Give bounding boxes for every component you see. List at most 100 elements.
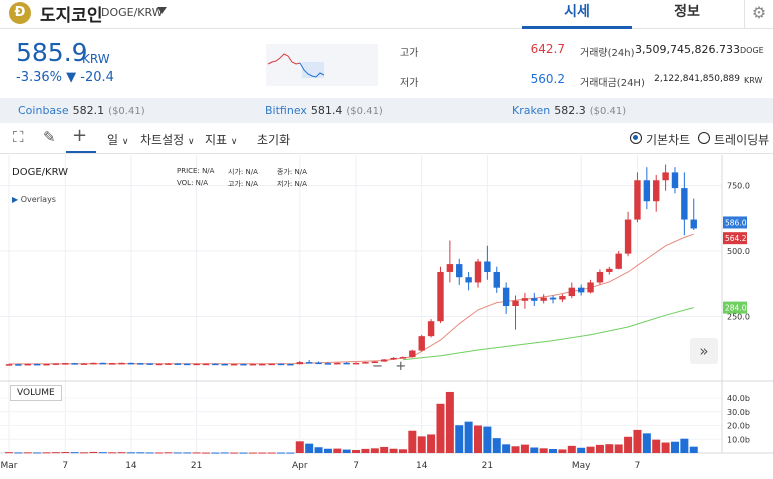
candle-body: [146, 363, 153, 365]
volume-bar: [530, 447, 539, 453]
candle-body: [653, 180, 660, 202]
fullscreen-icon[interactable]: ⛶: [13, 128, 24, 146]
y-tick-label: 500.0: [727, 247, 750, 256]
volume-bar: [42, 452, 51, 454]
high-label: 고가: [400, 48, 419, 59]
candle-body: [249, 363, 257, 366]
volume-bar: [51, 452, 60, 454]
candle-body: [287, 363, 294, 366]
volume-bar: [436, 403, 445, 453]
chevron-down-icon[interactable]: [157, 7, 167, 14]
candle-body: [221, 363, 228, 366]
volume-bar: [70, 452, 79, 454]
volume-bar: [464, 421, 473, 453]
volume-bar: [98, 452, 107, 454]
price-summary: 585.9 KRW -3.36% ▼ -20.4 고가 642.7 저가 560…: [0, 30, 773, 98]
volume-bar: [277, 452, 286, 454]
exchange-usd: ($0.41): [346, 106, 383, 117]
candle-body: [80, 363, 88, 365]
volume-bar: [230, 452, 239, 454]
volume-bar: [539, 448, 548, 453]
volume-bar: [549, 449, 558, 453]
candle-body: [324, 363, 332, 365]
volume-bar: [633, 429, 642, 453]
volume-bar: [398, 449, 407, 453]
exchange-bitfinex[interactable]: Bitfinex 581.4 ($0.41): [265, 104, 383, 117]
chart-pair-title: DOGE/KRW: [12, 167, 68, 178]
candlestick-chart[interactable]: 250.0 500.0 750.0 10.0b 20.0b 30.0b 40.0b Mar 7 1…: [0, 155, 773, 479]
volume-bar: [258, 452, 267, 454]
tab-price[interactable]: 시세: [522, 0, 632, 29]
candle-body: [305, 362, 313, 364]
volume-bar: [680, 438, 689, 453]
candle-body: [409, 350, 416, 358]
volume-bar: [492, 438, 501, 453]
ohlc-price-value: N/A: [202, 167, 215, 175]
scroll-right-button[interactable]: »: [690, 338, 718, 364]
exchange-coinbase[interactable]: Coinbase 582.1 ($0.41): [18, 104, 145, 117]
volume-bar: [624, 436, 633, 453]
candle-body: [137, 363, 144, 365]
coin-pair: DOGE/KRW: [101, 6, 163, 19]
candle-body: [127, 362, 135, 365]
volume-bar: [323, 448, 332, 453]
basic-chart-label[interactable]: 기본차트: [646, 131, 690, 148]
reset-button[interactable]: 초기화: [257, 131, 290, 148]
volume-bar: [239, 452, 248, 454]
moving-average-long: [402, 307, 694, 361]
x-tick-label: Apr: [292, 461, 308, 471]
chart-settings-menu[interactable]: 차트설정 ∨: [140, 131, 195, 148]
zoom-in-button[interactable]: +: [395, 359, 406, 374]
indicators-label: 지표: [205, 133, 228, 147]
candle-body: [521, 298, 529, 301]
ohlc-open-value: N/A: [245, 168, 258, 176]
volume-bar: [642, 433, 651, 453]
candle-body: [606, 268, 613, 272]
candle-body: [465, 277, 472, 283]
candle-body: [343, 362, 350, 365]
chevron-down-icon: ∨: [121, 137, 129, 147]
candle-body: [456, 264, 463, 278]
tab-info[interactable]: 정보: [632, 0, 742, 29]
volume-bar: [417, 436, 426, 453]
volume-label: 거래량(24h): [580, 48, 635, 59]
volume-bar: [126, 452, 135, 454]
pencil-icon[interactable]: ✎: [43, 128, 56, 146]
candle-body: [549, 297, 557, 300]
volume-bar: [201, 452, 210, 454]
x-tick-label: 14: [125, 461, 137, 471]
header-bar: Ð 도지코인 DOGE/KRW 시세 정보 ⚙: [0, 0, 773, 29]
volume-bar: [408, 430, 417, 453]
candle-body: [446, 264, 454, 272]
tradingview-radio[interactable]: [698, 132, 710, 144]
moving-average-short: [8, 233, 694, 365]
candle-body: [99, 362, 106, 365]
zoom-out-button[interactable]: −: [372, 359, 383, 374]
x-tick-label: May: [572, 461, 591, 471]
exchange-name: Bitfinex: [265, 104, 307, 117]
exchange-price: 582.3: [554, 104, 586, 117]
candle-body: [52, 363, 60, 365]
period-select[interactable]: 일 ∨: [107, 131, 128, 148]
candle-body: [596, 271, 604, 283]
x-tick-label: 21: [191, 461, 202, 471]
volume-bar: [23, 452, 32, 454]
candle-body: [240, 363, 247, 366]
overlays-toggle[interactable]: ▶ Overlays: [12, 195, 56, 204]
basic-chart-radio[interactable]: [630, 132, 642, 144]
tradingview-label[interactable]: 트레이딩뷰: [714, 131, 769, 148]
volume-bar: [145, 452, 154, 454]
volume-value: 3,509,745,826.733: [635, 43, 740, 56]
gear-icon[interactable]: ⚙: [744, 0, 773, 29]
price-chart-area[interactable]: 250.0 500.0 750.0 10.0b 20.0b 30.0b 40.0b Mar 7 1…: [0, 155, 773, 479]
volume-bar: [502, 444, 511, 453]
volume-bar: [136, 452, 145, 454]
exchange-price: 582.1: [72, 104, 105, 117]
candle-body: [362, 362, 369, 364]
ohlc-high-label: 고가:: [228, 180, 244, 188]
crosshair-icon[interactable]: +: [72, 125, 87, 146]
indicators-menu[interactable]: 지표 ∨: [205, 131, 238, 148]
exchange-kraken[interactable]: Kraken 582.3 ($0.41): [512, 104, 626, 117]
volume-bar: [155, 452, 164, 454]
ohlc-vol-label: VOL:: [177, 179, 194, 187]
